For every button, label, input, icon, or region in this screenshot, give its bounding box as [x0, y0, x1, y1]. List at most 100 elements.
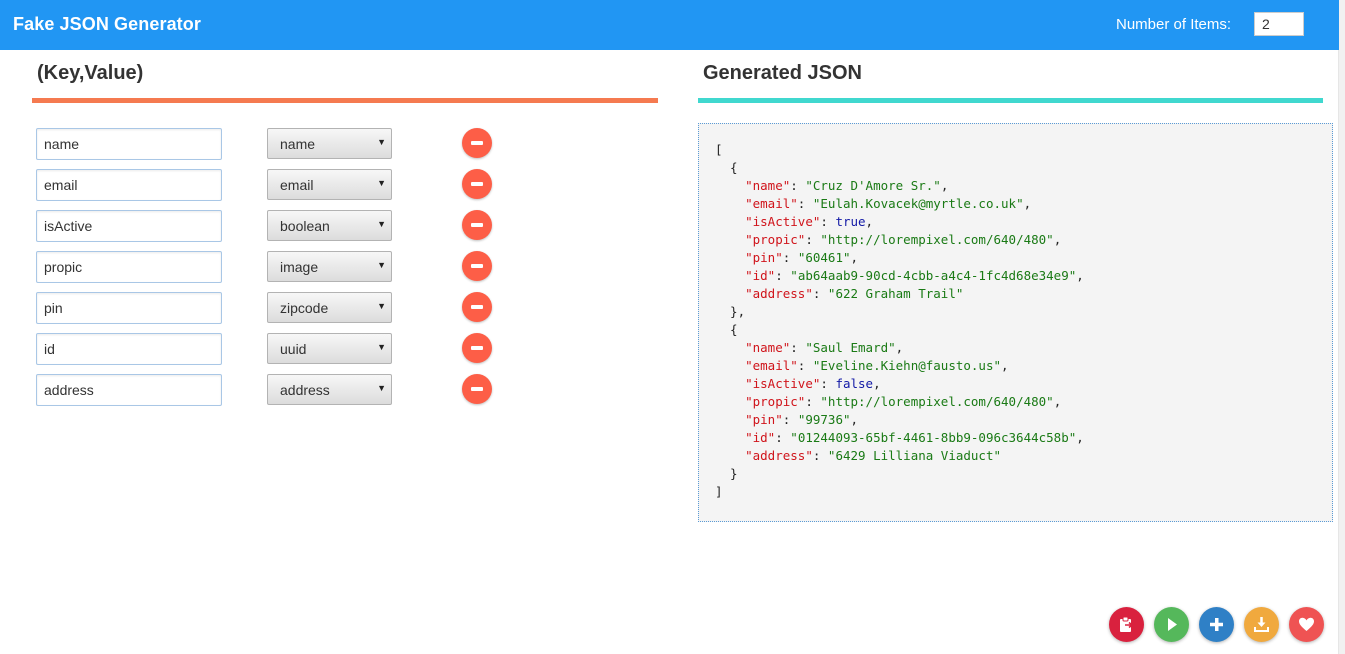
field-key-input[interactable] [36, 210, 222, 242]
download-button[interactable] [1244, 607, 1279, 642]
remove-field-button[interactable] [462, 169, 492, 199]
json-value: Eveline.Kiehn@fausto.us [820, 358, 994, 373]
json-output[interactable]: [ { "name": "Cruz D'Amore Sr.", "email":… [698, 123, 1333, 522]
field-type-select[interactable]: name ▼ [267, 128, 392, 159]
json-value: Cruz D'Amore Sr. [812, 178, 934, 193]
field-type-select[interactable]: image ▼ [267, 251, 392, 282]
remove-field-button[interactable] [462, 210, 492, 240]
json-line: }, [715, 304, 746, 319]
json-line: "id": "ab64aab9-90cd-4cbb-a4c4-1fc4d68e3… [745, 268, 1084, 283]
json-value: Eulah.Kovacek@myrtle.co.uk [820, 196, 1017, 211]
field-key-input[interactable] [36, 251, 222, 283]
remove-field-button[interactable] [462, 251, 492, 281]
field-type-value: zipcode [280, 300, 329, 316]
json-line: "pin": "99736", [745, 412, 859, 427]
dropdown-arrow-icon: ▼ [377, 219, 386, 229]
field-type-value: address [280, 382, 330, 398]
minus-icon [471, 387, 483, 391]
remove-field-button[interactable] [462, 333, 492, 363]
field-type-select[interactable]: uuid ▼ [267, 333, 392, 364]
json-line: "isActive": false, [745, 376, 881, 391]
field-key-input[interactable] [36, 169, 222, 201]
field-row: name ▼ [36, 128, 496, 160]
json-value: ab64aab9-90cd-4cbb-a4c4-1fc4d68e34e9 [797, 268, 1069, 283]
json-line: "address": "6429 Lilliana Viaduct" [745, 448, 1002, 463]
play-icon [1168, 618, 1177, 631]
json-line: "address": "622 Graham Trail" [745, 286, 964, 301]
json-value: 60461 [805, 250, 843, 265]
item-count-input[interactable] [1254, 12, 1304, 36]
json-line: "id": "01244093-65bf-4461-8bb9-096c3644c… [745, 430, 1084, 445]
field-row: uuid ▼ [36, 333, 496, 365]
app-title: Fake JSON Generator [13, 14, 201, 34]
plus-icon [1210, 618, 1223, 631]
json-line: "propic": "http://lorempixel.com/640/480… [745, 394, 1062, 409]
minus-icon [471, 141, 483, 145]
field-type-value: name [280, 136, 316, 152]
json-value: http://lorempixel.com/640/480 [827, 394, 1047, 409]
field-key-input[interactable] [36, 333, 222, 365]
json-line: "email": "Eulah.Kovacek@myrtle.co.uk", [745, 196, 1032, 211]
key-value-divider [32, 98, 658, 103]
json-line: { [715, 322, 738, 337]
json-line: } [715, 466, 738, 481]
heart-icon [1299, 617, 1314, 631]
json-value: 01244093-65bf-4461-8bb9-096c3644c58b [797, 430, 1069, 445]
field-row: email ▼ [36, 169, 496, 201]
download-icon [1254, 617, 1269, 632]
field-key-input[interactable] [36, 374, 222, 406]
key-value-title: (Key,Value) [37, 62, 144, 84]
app-header: Fake JSON Generator Number of Items: [0, 0, 1339, 50]
field-type-select[interactable]: zipcode ▼ [267, 292, 392, 323]
favorite-button[interactable] [1289, 607, 1324, 642]
minus-icon [471, 182, 483, 186]
json-value: 99736 [805, 412, 843, 427]
dropdown-arrow-icon: ▼ [377, 301, 386, 311]
copy-button[interactable] [1109, 607, 1144, 642]
minus-icon [471, 346, 483, 350]
json-line: ] [715, 484, 723, 499]
clipboard-icon [1120, 616, 1134, 632]
json-value: 6429 Lilliana Viaduct [835, 448, 994, 463]
run-button[interactable] [1154, 607, 1189, 642]
dropdown-arrow-icon: ▼ [377, 383, 386, 393]
json-line: "name": "Cruz D'Amore Sr.", [745, 178, 949, 193]
minus-icon [471, 264, 483, 268]
field-key-input[interactable] [36, 292, 222, 324]
dropdown-arrow-icon: ▼ [377, 342, 386, 352]
add-field-button[interactable] [1199, 607, 1234, 642]
field-type-value: image [280, 259, 319, 275]
json-value: 622 Graham Trail [835, 286, 956, 301]
dropdown-arrow-icon: ▼ [377, 260, 386, 270]
field-type-value: email [280, 177, 314, 193]
field-type-select[interactable]: boolean ▼ [267, 210, 392, 241]
field-row: image ▼ [36, 251, 496, 283]
item-count-label: Number of Items: [1116, 16, 1232, 33]
dropdown-arrow-icon: ▼ [377, 178, 386, 188]
field-type-select[interactable]: address ▼ [267, 374, 392, 405]
json-line: [ [715, 142, 723, 157]
json-line: "propic": "http://lorempixel.com/640/480… [745, 232, 1062, 247]
window-scrollbar[interactable] [1338, 0, 1345, 654]
field-type-value: uuid [280, 341, 307, 357]
json-line: "email": "Eveline.Kiehn@fausto.us", [745, 358, 1009, 373]
json-value: Saul Emard [812, 340, 889, 355]
remove-field-button[interactable] [462, 128, 492, 158]
field-key-input[interactable] [36, 128, 222, 160]
json-line: "name": "Saul Emard", [745, 340, 904, 355]
field-type-select[interactable]: email ▼ [267, 169, 392, 200]
dropdown-arrow-icon: ▼ [377, 137, 386, 147]
remove-field-button[interactable] [462, 292, 492, 322]
json-line: "isActive": true, [745, 214, 874, 229]
remove-field-button[interactable] [462, 374, 492, 404]
json-value: http://lorempixel.com/640/480 [827, 232, 1047, 247]
minus-icon [471, 223, 483, 227]
field-type-value: boolean [280, 218, 330, 234]
minus-icon [471, 305, 483, 309]
json-line: { [715, 160, 738, 175]
field-row: address ▼ [36, 374, 496, 406]
generated-json-title: Generated JSON [703, 62, 862, 84]
generated-json-divider [698, 98, 1323, 103]
field-row: boolean ▼ [36, 210, 496, 242]
field-row: zipcode ▼ [36, 292, 496, 324]
